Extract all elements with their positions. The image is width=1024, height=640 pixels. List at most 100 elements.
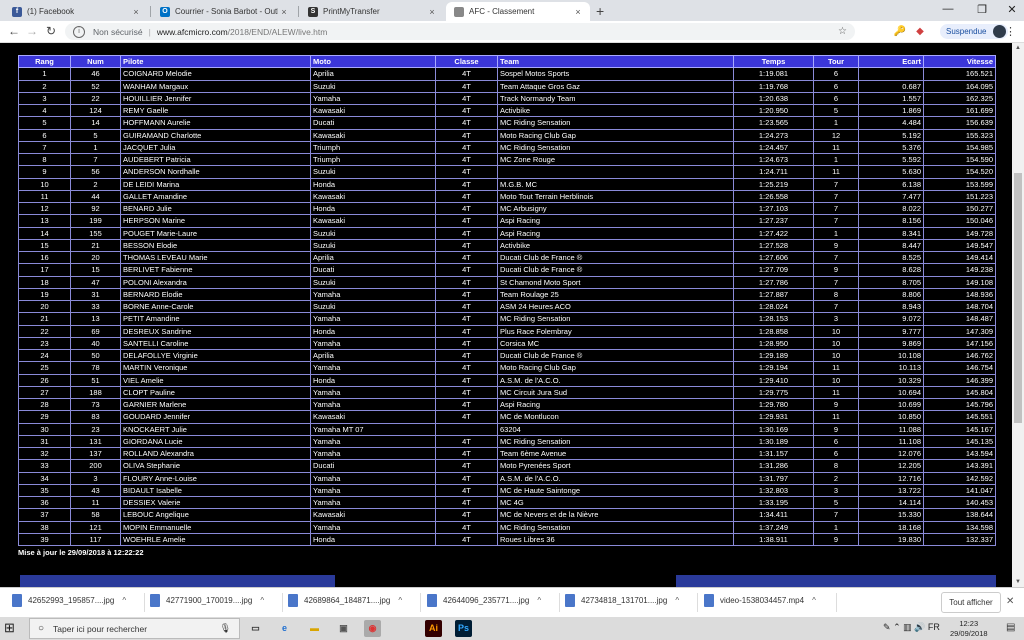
cell-moto: Honda (310, 177, 436, 191)
tab-3[interactable]: AFC - Classement × (446, 2, 590, 21)
cell-tour: 9 (813, 532, 859, 547)
chevron-up-icon[interactable]: ⌃ (893, 622, 901, 632)
download-item[interactable]: 42734818_131701....jpg ^ (565, 594, 679, 607)
taskbar-search-box[interactable]: ○ Taper ici pour rechercher 🎙 (29, 618, 240, 639)
language-indicator[interactable]: FR (928, 622, 940, 632)
cell-team: MC de Nevers et de la Nièvre (497, 508, 734, 522)
extension-icon[interactable]: ◆ (913, 25, 927, 39)
task-view-icon[interactable]: ▭ (247, 620, 264, 637)
cell-rang: 7 (18, 140, 71, 155)
back-button[interactable]: ← (6, 24, 22, 38)
chevron-up-icon[interactable]: ^ (260, 596, 264, 605)
minimize-button[interactable]: — (938, 3, 958, 15)
close-tab-icon[interactable]: × (278, 7, 290, 17)
chevron-up-icon[interactable]: ^ (675, 596, 679, 605)
new-tab-button[interactable]: + (596, 3, 604, 19)
cell-pilote: LEBOUC Angelique (120, 508, 311, 522)
cell-moto: Suzuki (310, 165, 436, 179)
tab-1[interactable]: O Courrier - Sonia Barbot - Outlook× (152, 2, 296, 21)
cell-tour: 11 (813, 410, 859, 424)
maximize-button[interactable]: ❐ (972, 3, 992, 16)
cell-moto: Yamaha (310, 471, 436, 485)
tab-2[interactable]: S PrintMyTransfer × (300, 2, 444, 21)
notification-icon[interactable]: ▤ (1006, 622, 1015, 633)
chrome-icon[interactable]: ◉ (364, 620, 381, 637)
show-all-downloads-button[interactable]: Tout afficher (941, 592, 1001, 613)
table-row: 27 188 CLOPT Pauline Yamaha 4T MC Circuit Jur… (18, 385, 996, 400)
cell-rang: 20 (18, 299, 71, 314)
facebook-icon: f (12, 6, 22, 17)
system-tray[interactable]: ✎ ⌃ ▥ 🔊 FR (883, 622, 940, 633)
download-item[interactable]: 42644096_235771....jpg ^ (427, 594, 541, 607)
info-icon[interactable]: i (73, 25, 85, 38)
windows-start-icon[interactable]: ⊞ (4, 621, 18, 635)
cell-classe: 4T (435, 226, 498, 240)
tab-0[interactable]: f (1) Facebook × (4, 2, 148, 21)
address-bar[interactable]: i Non sécurisé | www.afcmicro.com/2018/E… (65, 23, 855, 40)
extension-key-icon[interactable]: 🔑 (893, 25, 907, 39)
system-clock[interactable]: 12:23 29/09/2018 (950, 619, 988, 639)
cell-vitesse: 150.277 (923, 201, 996, 216)
profile-button[interactable]: Suspendue (940, 24, 1009, 39)
close-tab-icon[interactable]: × (130, 7, 142, 17)
cell-classe (435, 422, 498, 436)
cell-moto: Yamaha (310, 520, 436, 534)
table-row: 13 199 HERPSON Marine Kawasaki 4T Aspi Racing… (18, 214, 996, 228)
scroll-down-icon[interactable]: ▼ (1012, 579, 1024, 585)
scroll-up-icon[interactable]: ▲ (1012, 45, 1024, 51)
cell-moto: Yamaha (310, 312, 436, 326)
cell-tour: 10 (813, 373, 859, 387)
store-icon[interactable]: ▣ (335, 620, 352, 637)
download-item[interactable]: video-1538034457.mp4 ^ (704, 594, 816, 607)
browser-menu-icon[interactable]: ⋮ (1005, 25, 1016, 38)
cell-vitesse: 145.551 (923, 410, 996, 424)
cell-ecart: 8.447 (858, 238, 924, 253)
close-tab-icon[interactable]: × (426, 7, 438, 17)
cell-ecart: 13.722 (858, 483, 924, 498)
cell-pilote: ANDERSON Nordhalle (120, 165, 311, 179)
photoshop-icon[interactable]: Ps (455, 620, 472, 637)
scrollbar-thumb[interactable] (1014, 173, 1022, 423)
cell-temps: 1:23.565 (733, 116, 814, 130)
forward-button[interactable]: → (24, 24, 40, 38)
download-item[interactable]: 42652993_195857....jpg ^ (12, 594, 126, 607)
cell-pilote: HOFFMANN Aurelie (120, 116, 311, 130)
microphone-icon[interactable]: 🎙 (220, 623, 231, 634)
cell-ecart: 6.138 (858, 177, 924, 191)
close-downloads-icon[interactable]: ✕ (1006, 596, 1014, 607)
network-icon[interactable]: ▥ (903, 622, 912, 632)
bookmark-star-icon[interactable]: ☆ (838, 26, 847, 37)
cell-pilote: BORNE Anne-Carole (120, 299, 311, 314)
cell-classe: 4T (435, 67, 498, 81)
chevron-up-icon[interactable]: ^ (812, 596, 816, 605)
file-explorer-icon[interactable]: ▬ (306, 620, 323, 637)
reload-button[interactable]: ↻ (43, 24, 59, 38)
volume-icon[interactable]: 🔊 (914, 622, 925, 632)
chevron-up-icon[interactable]: ^ (398, 596, 402, 605)
cell-temps: 1:27.237 (733, 214, 814, 228)
illustrator-icon[interactable]: Ai (425, 620, 442, 637)
close-window-button[interactable]: ✕ (1002, 3, 1022, 16)
search-placeholder: Taper ici pour rechercher (53, 623, 148, 634)
table-row: 33 200 OLIVA Stephanie Ducati 4T Moto Pyrenée… (18, 459, 996, 473)
cell-pilote: BIDAULT Isabelle (120, 483, 311, 498)
cell-classe: 4T (435, 324, 498, 338)
vertical-scrollbar[interactable]: ▲ ▼ (1012, 43, 1024, 587)
cell-ecart: 0.687 (858, 79, 924, 93)
cell-classe: 4T (435, 410, 498, 424)
download-item[interactable]: 42689864_184871....jpg ^ (288, 594, 402, 607)
chevron-up-icon[interactable]: ^ (537, 596, 541, 605)
download-item[interactable]: 42771900_170019....jpg ^ (150, 594, 264, 607)
col-header-temps: Temps (733, 54, 814, 69)
cell-vitesse: 149.108 (923, 275, 996, 289)
chevron-up-icon[interactable]: ^ (122, 596, 126, 605)
edge-icon[interactable]: e (276, 620, 293, 637)
close-tab-icon[interactable]: × (572, 7, 584, 17)
cell-ecart: 10.694 (858, 385, 924, 400)
cell-moto: Yamaha (310, 495, 436, 510)
cell-pilote: GARNIER Marlene (120, 397, 311, 412)
pen-icon[interactable]: ✎ (883, 622, 891, 632)
table-row: 10 2 DE LEIDI Marina Honda 4T M.G.B. MC 1:25.2… (18, 177, 996, 191)
table-row: 8 7 AUDEBERT Patricia Triumph 4T MC Zone Roug… (18, 152, 996, 167)
cell-ecart: 9.869 (858, 336, 924, 351)
